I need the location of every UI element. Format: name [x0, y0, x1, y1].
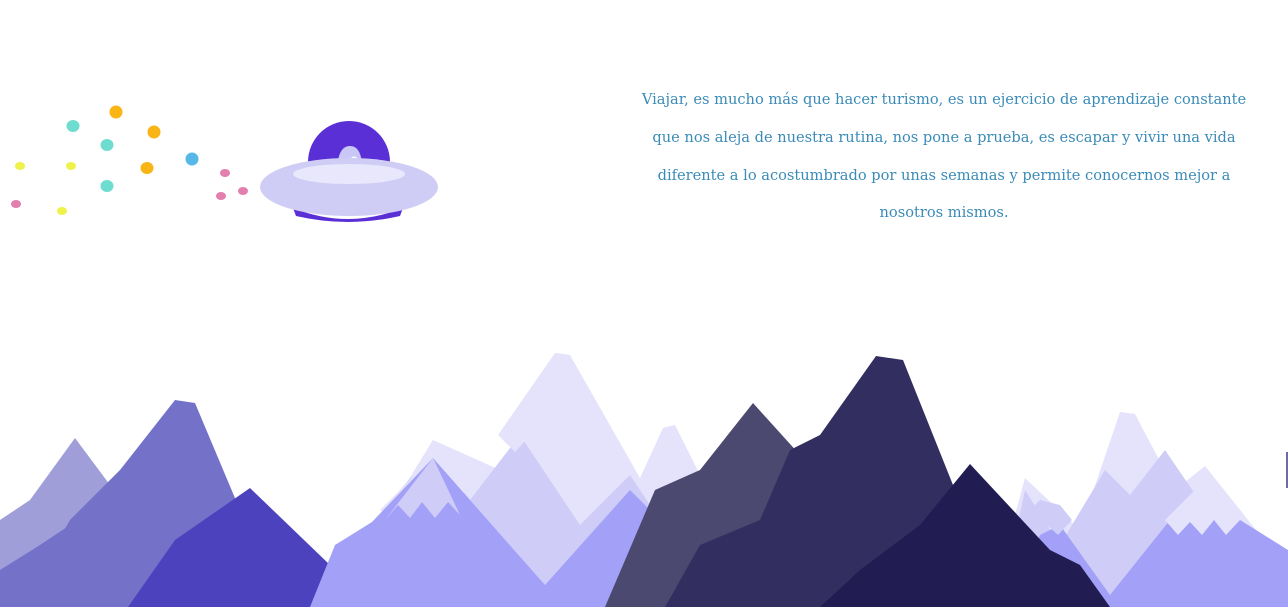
page: Viajar, es mucho más que hacer turismo, …: [0, 0, 1288, 607]
ufo-icon: [260, 121, 438, 222]
mountain-landscape: [0, 353, 1288, 607]
intro-paragraph: Viajar, es mucho más que hacer turismo, …: [641, 91, 1247, 222]
confetti-dots: [11, 105, 248, 215]
ufo-scene: [11, 105, 438, 222]
